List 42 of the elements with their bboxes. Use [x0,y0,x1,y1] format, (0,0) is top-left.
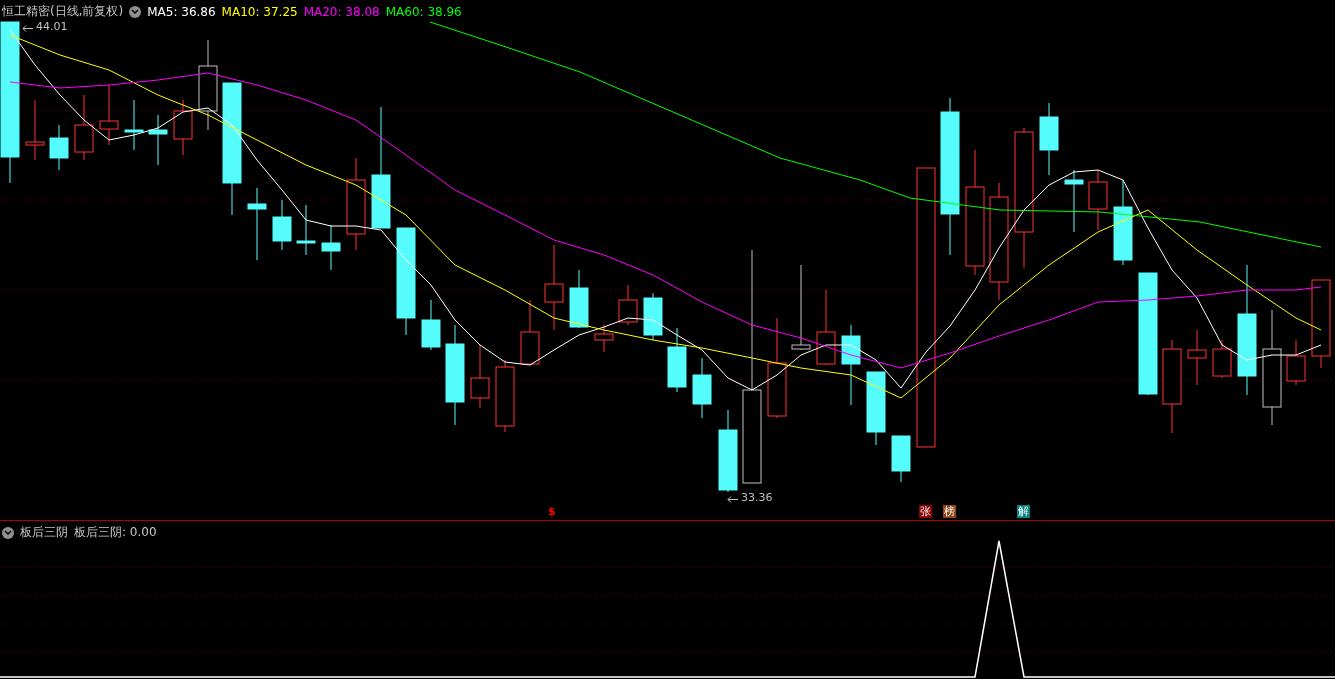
candlestick [99,84,119,146]
dropdown-icon[interactable] [2,526,14,539]
candlestick [25,99,45,161]
candlestick [1187,329,1207,386]
event-tag[interactable]: 解 [1017,505,1030,518]
high-price-label: 44.01 [36,20,68,33]
indicator-title: 板后三阴 [20,524,68,541]
event-tag[interactable]: 榜 [943,505,956,518]
dropdown-icon[interactable] [129,5,142,18]
candlestick [173,99,193,156]
candlestick [296,204,316,256]
candlestick [520,299,540,366]
candlestick [643,292,663,341]
ma-value: MA5: 36.86 [147,4,216,19]
candlestick [470,344,490,409]
chart-title: 恒工精密(日线,前复权) [2,3,124,20]
candlestick [692,357,712,419]
candlestick [321,224,341,271]
candlestick [49,124,69,171]
candlestick [594,324,614,353]
ma-value: MA20: 38.08 [303,4,380,19]
event-tag[interactable]: 张 [919,505,932,518]
candlestick [569,269,589,329]
low-price-label: 33.36 [741,491,773,504]
candlestick [1064,169,1084,233]
candlestick [667,327,687,393]
pointer-arrow-icon [727,496,739,503]
ma-value: MA10: 37.25 [221,4,298,19]
candlestick [124,99,144,151]
candlestick [1212,339,1232,379]
candlestick [148,114,168,166]
indicator-value: 板后三阴: 0.00 [74,524,157,541]
candlestick [421,299,441,351]
candlestick [74,94,94,161]
candlestick [272,199,292,251]
ma-value: MA60: 38.96 [385,4,462,19]
candlestick [1286,339,1306,386]
candlestick [891,435,911,483]
pointer-arrow-icon [22,25,34,32]
candlestick [618,284,638,326]
candlestick [1088,169,1108,231]
signal-marker: $ [548,505,556,518]
